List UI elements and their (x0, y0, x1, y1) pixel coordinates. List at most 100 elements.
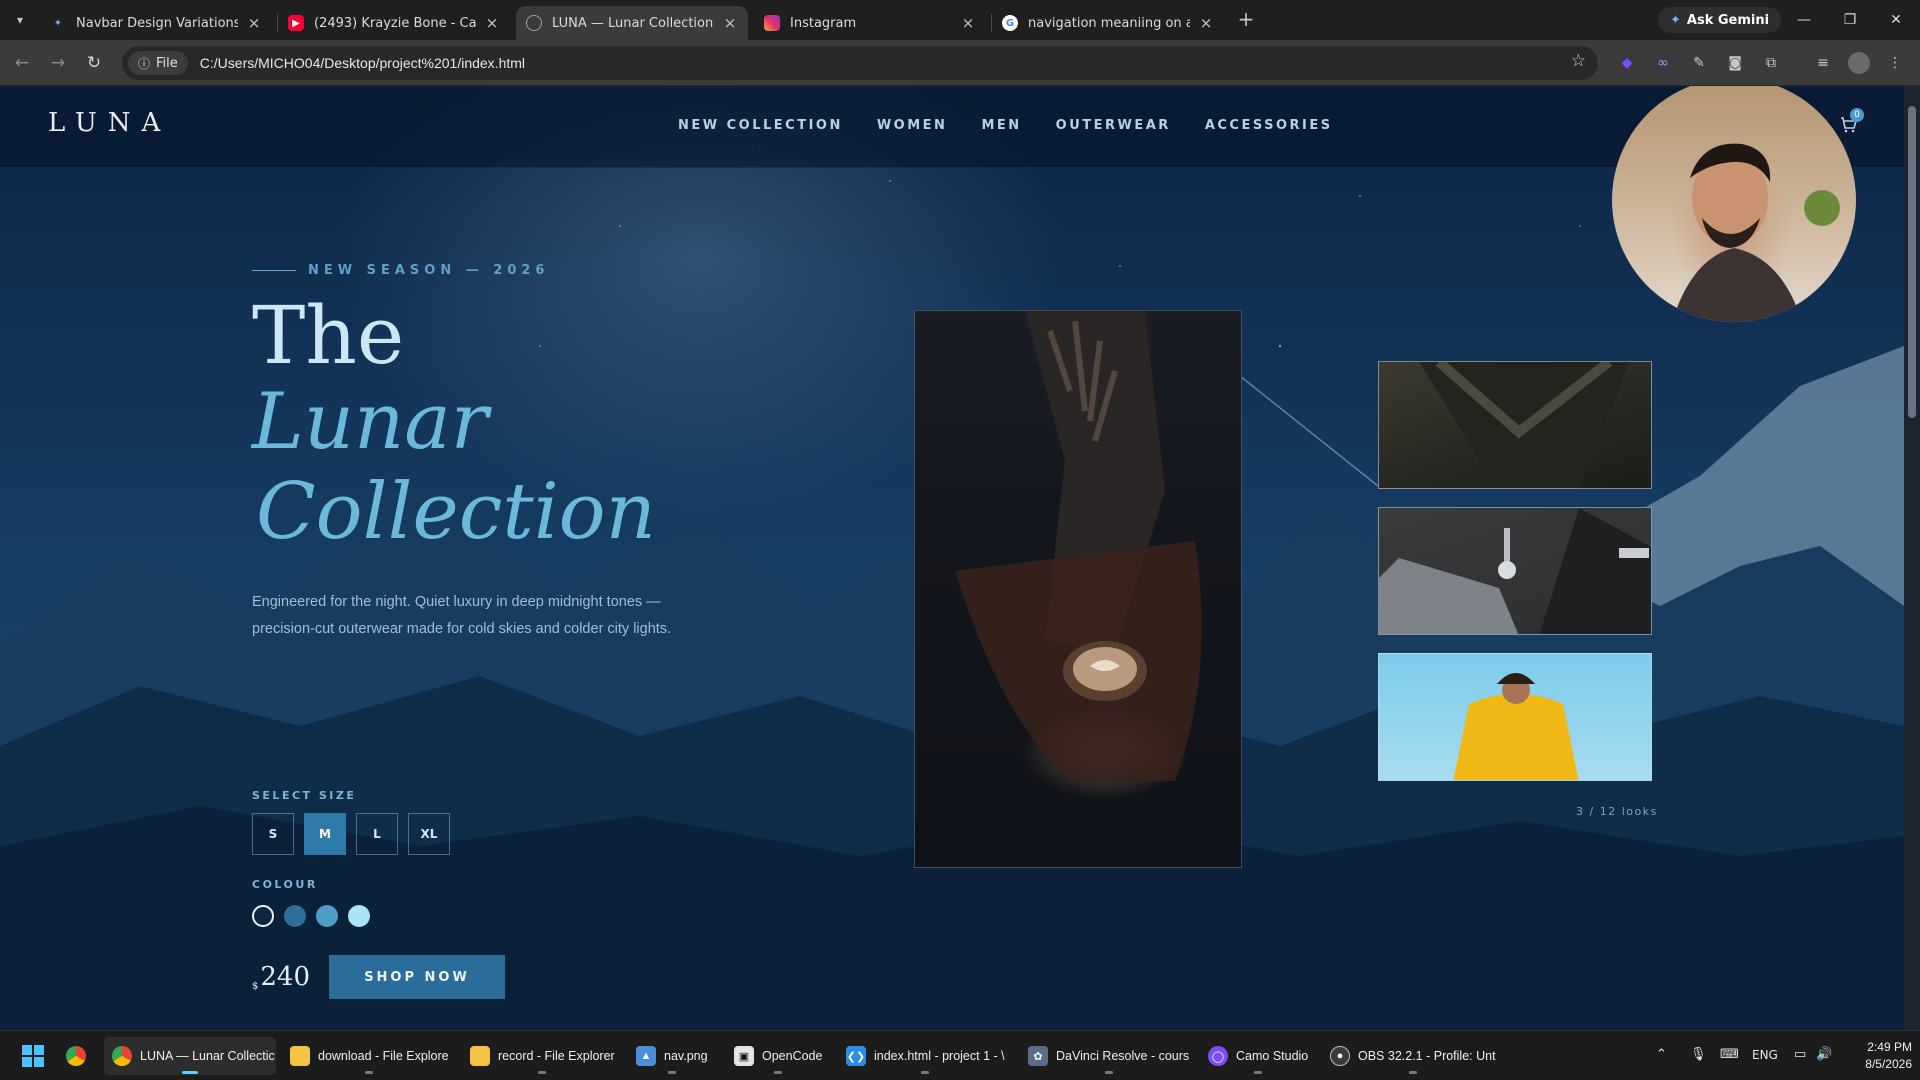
globe-icon (526, 15, 542, 31)
url-text[interactable]: C:/Users/MICHO04/Desktop/project%201/ind… (200, 55, 525, 71)
thumbnail-yellow-hoodie-illustration (1453, 673, 1579, 780)
tab-youtube[interactable]: ▶ (2493) Krayzie Bone - Caught U × (278, 6, 510, 40)
size-s-button[interactable]: S (252, 813, 294, 855)
browser-menu-icon[interactable]: ⋮ (1884, 52, 1906, 74)
nav-outerwear[interactable]: OUTERWEAR (1056, 118, 1171, 133)
folder-icon (470, 1046, 490, 1066)
folder-icon (290, 1046, 310, 1066)
extensions-puzzle-icon[interactable]: ⧉ (1760, 52, 1782, 74)
taskbar-obs[interactable]: ● OBS 32.2.1 - Profile: Unt (1322, 1037, 1504, 1075)
nav-new-collection[interactable]: NEW COLLECTION (678, 118, 843, 133)
minimize-icon[interactable]: — (1782, 6, 1826, 34)
show-hidden-icons-chevron-icon[interactable]: ⌃ (1656, 1047, 1667, 1062)
youtube-icon: ▶ (288, 15, 304, 31)
taskbar-download-explorer[interactable]: download - File Explore (282, 1037, 457, 1075)
taskbar-luna-chrome[interactable]: LUNA — Lunar Collectic (104, 1037, 276, 1075)
webcam-person-illustration (1672, 143, 1840, 322)
season-eyebrow: NEW SEASON — 2026 (252, 263, 549, 278)
volume-icon[interactable]: 🔊 (1816, 1047, 1832, 1062)
profile-avatar-icon[interactable] (1848, 52, 1870, 74)
language-indicator[interactable]: ENG (1752, 1048, 1778, 1062)
opencode-icon: ▣ (734, 1046, 754, 1066)
thumbnail-accessories-illustration (1379, 508, 1651, 634)
main-nav: NEW COLLECTION WOMEN MEN OUTERWEAR ACCES… (678, 118, 1333, 133)
extension-gem-icon[interactable]: ◆ (1616, 52, 1638, 74)
look-thumbnail-3[interactable] (1378, 653, 1652, 781)
product-price: $240 (252, 962, 311, 992)
site-info-chip[interactable]: ⓘ File (128, 51, 188, 75)
colour-swatch-midnight[interactable] (252, 905, 274, 927)
extension-edit-icon[interactable]: ✎ (1688, 52, 1710, 74)
network-icon[interactable]: ▭ (1794, 1047, 1806, 1062)
close-tab-icon[interactable]: × (246, 14, 262, 32)
nav-men[interactable]: MEN (981, 118, 1021, 133)
size-l-button[interactable]: L (356, 813, 398, 855)
media-controls-icon[interactable]: ≡ (1812, 52, 1834, 74)
tab-navbar-design[interactable]: ✦ Navbar Design Variations Show × (40, 6, 272, 40)
look-thumbnail-2[interactable] (1378, 507, 1652, 635)
gemini-sparkle-icon: ✦ (53, 17, 63, 29)
new-tab-button[interactable]: + (1234, 8, 1258, 32)
bookmark-star-icon[interactable]: ☆ (1571, 51, 1586, 71)
restore-icon[interactable]: ❐ (1828, 6, 1872, 34)
address-bar[interactable]: ⓘ File C:/Users/MICHO04/Desktop/project%… (122, 46, 1598, 80)
taskbar-camo-studio[interactable]: ◯ Camo Studio (1200, 1037, 1316, 1075)
taskbar-chrome[interactable] (58, 1037, 94, 1075)
page-scrollbar[interactable] (1904, 86, 1920, 1030)
extension-link-icon[interactable]: ∞ (1652, 52, 1674, 74)
close-tab-icon[interactable]: × (484, 14, 500, 32)
luna-page: LUNA NEW COLLECTION WOMEN MEN OUTERWEAR … (0, 86, 1904, 1030)
back-arrow-icon[interactable]: ← (10, 51, 34, 75)
close-tab-icon[interactable]: × (1198, 14, 1214, 32)
scrollbar-thumb[interactable] (1908, 106, 1916, 418)
shop-now-button[interactable]: SHOP NOW (329, 955, 505, 999)
tab-google-search[interactable]: G navigation meaniing on arabic × (992, 6, 1224, 40)
browser-tab-strip: ▾ ✦ Navbar Design Variations Show × ▶ (2… (0, 0, 1920, 40)
headline-the: The (252, 289, 405, 382)
taskbar-davinci[interactable]: ✿ DaVinci Resolve - cours (1020, 1037, 1197, 1075)
eyebrow-line (252, 270, 296, 271)
close-tab-icon[interactable]: × (722, 14, 738, 32)
colour-swatch-ice[interactable] (348, 905, 370, 927)
system-clock[interactable]: 2:49 PM 8/5/2026 (1840, 1039, 1912, 1073)
taskbar-opencode[interactable]: ▣ OpenCode (726, 1037, 830, 1075)
browser-toolbar: ← → ↻ ⓘ File C:/Users/MICHO04/Desktop/pr… (0, 40, 1920, 86)
info-icon: ⓘ (138, 56, 151, 71)
nav-accessories[interactable]: ACCESSORIES (1205, 118, 1333, 133)
taskbar-vscode[interactable]: ❮❯ index.html - project 1 - \ (838, 1037, 1013, 1075)
size-m-button[interactable]: M (304, 813, 346, 855)
ask-gemini-button[interactable]: ✦ Ask Gemini (1658, 7, 1782, 33)
headline-collection: Collection (256, 467, 656, 557)
tab-search-icon[interactable]: ▾ (8, 8, 32, 32)
taskbar-record-explorer[interactable]: record - File Explorer (462, 1037, 623, 1075)
webcam-overlay (1612, 86, 1856, 322)
microphone-icon[interactable]: 🎙 (1690, 1047, 1707, 1062)
looks-counter: 3 / 12 looks (1576, 805, 1658, 818)
chrome-icon (66, 1046, 86, 1066)
size-selector: S M L XL (252, 813, 450, 855)
windows-logo-icon (22, 1045, 44, 1067)
luna-logo[interactable]: LUNA (48, 108, 171, 138)
vscode-icon: ❮❯ (846, 1046, 866, 1066)
davinci-icon: ✿ (1028, 1046, 1048, 1066)
hero-description: Engineered for the night. Quiet luxury i… (252, 594, 672, 637)
reload-icon[interactable]: ↻ (82, 51, 106, 75)
forward-arrow-icon[interactable]: → (46, 51, 70, 75)
colour-label: COLOUR (252, 878, 318, 891)
tab-luna[interactable]: LUNA — Lunar Collection × (516, 6, 748, 40)
start-button[interactable] (14, 1037, 52, 1075)
taskbar-nav-png[interactable]: ▲ nav.png (628, 1037, 716, 1075)
google-icon: G (1002, 15, 1018, 31)
close-window-icon[interactable]: ✕ (1874, 6, 1918, 34)
main-look-photo (914, 310, 1242, 868)
colour-swatch-sky[interactable] (316, 905, 338, 927)
extension-camera-icon[interactable]: ◙ (1724, 52, 1746, 74)
chrome-icon (112, 1046, 132, 1066)
close-tab-icon[interactable]: × (960, 14, 976, 32)
keyboard-icon[interactable]: ⌨ (1720, 1047, 1739, 1062)
size-xl-button[interactable]: XL (408, 813, 450, 855)
look-thumbnail-1[interactable] (1378, 361, 1652, 489)
colour-swatch-deep-blue[interactable] (284, 905, 306, 927)
nav-women[interactable]: WOMEN (877, 118, 948, 133)
tab-instagram[interactable]: Instagram × (754, 6, 986, 40)
